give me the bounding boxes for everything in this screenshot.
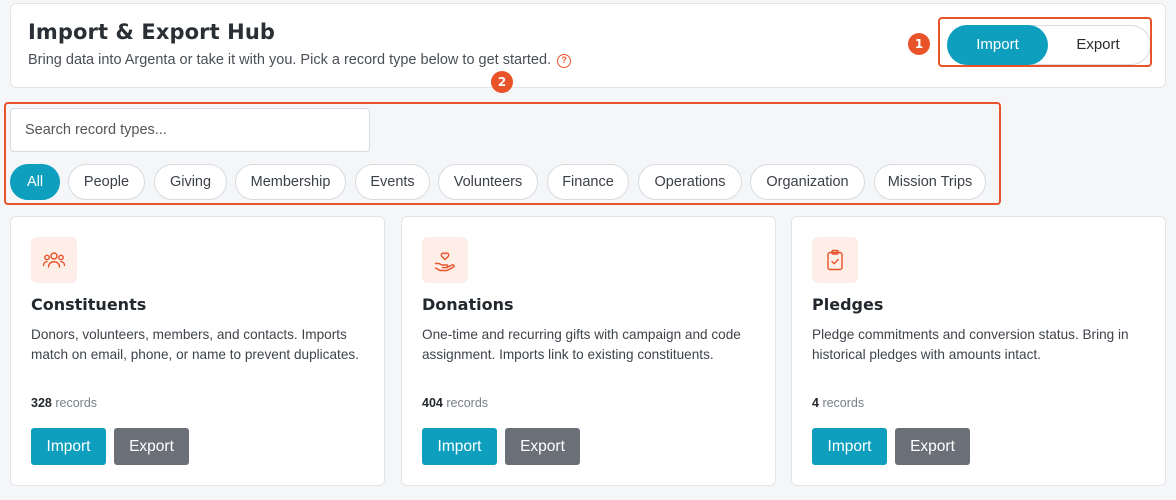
help-icon[interactable]: ?	[557, 54, 572, 68]
export-button[interactable]: Export	[114, 428, 189, 465]
clipboard-check-icon	[812, 237, 858, 283]
record-card-constituents: Constituents Donors, volunteers, members…	[10, 216, 385, 486]
filter-chip-people[interactable]: People	[68, 164, 145, 200]
callout-badge-1: 1	[908, 33, 930, 55]
subtitle-text: Bring data into Argenta or take it with …	[28, 52, 552, 68]
card-description: Donors, volunteers, members, and contact…	[31, 327, 359, 362]
filter-chip-organization[interactable]: Organization	[750, 164, 865, 200]
page-title: Import & Export Hub	[28, 20, 275, 44]
import-button[interactable]: Import	[31, 428, 106, 465]
export-button[interactable]: Export	[895, 428, 970, 465]
record-count: 4 records	[812, 396, 864, 410]
card-title: Pledges	[812, 295, 884, 314]
record-count: 404 records	[422, 396, 488, 410]
record-card-pledges: Pledges Pledge commitments and conversio…	[791, 216, 1166, 486]
filter-chip-giving[interactable]: Giving	[154, 164, 227, 200]
callout-badge-2: 2	[491, 71, 513, 93]
record-card-donations: Donations One-time and recurring gifts w…	[401, 216, 776, 486]
filter-chip-all[interactable]: All	[10, 164, 60, 200]
record-count-value: 404	[422, 396, 443, 410]
card-title: Constituents	[31, 295, 147, 314]
record-count-value: 4	[812, 396, 819, 410]
filter-chip-volunteers[interactable]: Volunteers	[438, 164, 538, 200]
filter-chip-events[interactable]: Events	[355, 164, 430, 200]
record-count-value: 328	[31, 396, 52, 410]
import-button[interactable]: Import	[422, 428, 497, 465]
export-button[interactable]: Export	[505, 428, 580, 465]
filter-chip-finance[interactable]: Finance	[547, 164, 629, 200]
callout-box-1	[938, 17, 1152, 67]
card-description: Pledge commitments and conversion status…	[812, 327, 1129, 362]
filter-chip-operations[interactable]: Operations	[638, 164, 742, 200]
record-count-unit: records	[822, 396, 865, 410]
filter-chip-membership[interactable]: Membership	[235, 164, 346, 200]
search-input[interactable]	[10, 108, 370, 152]
filter-chip-mission-trips[interactable]: Mission Trips	[874, 164, 986, 200]
record-count-unit: records	[446, 396, 489, 410]
card-description: One-time and recurring gifts with campai…	[422, 327, 741, 362]
people-group-icon	[31, 237, 77, 283]
record-count-unit: records	[55, 396, 98, 410]
hand-heart-icon	[422, 237, 468, 283]
record-count: 328 records	[31, 396, 97, 410]
page-subtitle: Bring data into Argenta or take it with …	[28, 52, 572, 68]
import-button[interactable]: Import	[812, 428, 887, 465]
card-title: Donations	[422, 295, 514, 314]
